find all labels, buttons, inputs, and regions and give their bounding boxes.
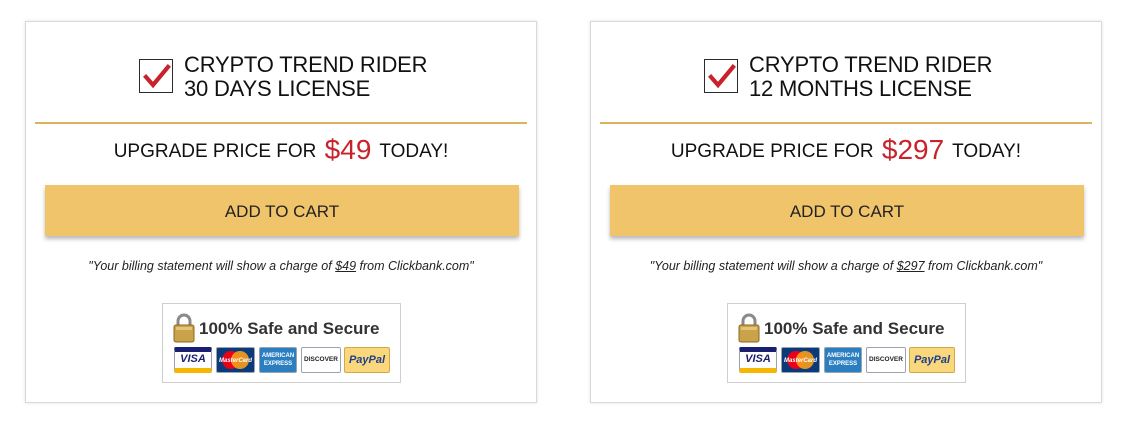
secure-label: 100% Safe and Secure [764, 319, 945, 338]
offer-title-license: 12 MONTHS LICENSE [749, 76, 972, 101]
billing-suffix: from Clickbank.com" [356, 259, 474, 273]
padlock-icon [173, 313, 195, 343]
offer-title-license: 30 DAYS LICENSE [184, 76, 371, 101]
billing-note: "Your billing statement will show a char… [26, 259, 536, 273]
offer-checkbox[interactable] [139, 59, 173, 93]
mastercard-icon: MasterCard [781, 347, 820, 373]
amex-icon: AMERICAN EXPRESS [824, 347, 862, 373]
price-prefix: UPGRADE PRICE FOR [113, 141, 317, 162]
price-suffix: TODAY! [952, 141, 1022, 162]
discover-icon: DISCOVER [866, 347, 906, 373]
price-amount: $297 [881, 134, 945, 165]
upgrade-price-line: UPGRADE PRICE FOR $297 TODAY! [591, 134, 1101, 166]
paypal-icon: PayPal [909, 347, 955, 373]
mastercard-icon: MasterCard [216, 347, 255, 373]
upsell-page: CRYPTO TREND RIDER 30 DAYS LICENSE UPGRA… [0, 0, 1125, 422]
offer-title-product: CRYPTO TREND RIDER [184, 52, 428, 77]
offer-card-12-months: CRYPTO TREND RIDER 12 MONTHS LICENSE UPG… [590, 21, 1102, 403]
billing-charge-amount: $297 [896, 259, 925, 273]
billing-prefix: "Your billing statement will show a char… [88, 259, 336, 273]
price-prefix: UPGRADE PRICE FOR [670, 141, 874, 162]
checkmark-icon [708, 64, 736, 89]
offer-title-product: CRYPTO TREND RIDER [749, 52, 993, 77]
paypal-icon: PayPal [344, 347, 390, 373]
visa-icon: VISA [739, 347, 777, 373]
billing-note: "Your billing statement will show a char… [591, 259, 1101, 273]
offer-title: CRYPTO TREND RIDER 12 MONTHS LICENSE [749, 52, 993, 101]
safe-secure-badge: 100% Safe and Secure VISA MasterCard AME… [727, 303, 966, 383]
gold-divider [35, 122, 527, 124]
discover-icon: DISCOVER [301, 347, 341, 373]
upgrade-price-line: UPGRADE PRICE FOR $49 TODAY! [26, 134, 536, 166]
amex-icon: AMERICAN EXPRESS [259, 347, 297, 373]
offer-checkbox[interactable] [704, 59, 738, 93]
visa-icon: VISA [174, 347, 212, 373]
padlock-icon [738, 313, 760, 343]
checkmark-icon [143, 64, 171, 89]
gold-divider [600, 122, 1092, 124]
offer-header: CRYPTO TREND RIDER 12 MONTHS LICENSE [591, 22, 1101, 124]
offer-title: CRYPTO TREND RIDER 30 DAYS LICENSE [184, 52, 428, 101]
mastercard-label: MasterCard [219, 358, 252, 364]
offer-header: CRYPTO TREND RIDER 30 DAYS LICENSE [26, 22, 536, 124]
safe-secure-badge: 100% Safe and Secure VISA MasterCard AME… [162, 303, 401, 383]
add-to-cart-button[interactable]: ADD TO CART [45, 185, 519, 236]
add-to-cart-button[interactable]: ADD TO CART [610, 185, 1084, 236]
secure-label: 100% Safe and Secure [199, 319, 380, 338]
billing-suffix: from Clickbank.com" [924, 259, 1043, 273]
offer-card-30-days: CRYPTO TREND RIDER 30 DAYS LICENSE UPGRA… [25, 21, 537, 403]
billing-charge-amount: $49 [335, 259, 357, 273]
price-suffix: TODAY! [379, 141, 449, 162]
billing-prefix: "Your billing statement will show a char… [649, 259, 897, 273]
mastercard-label: MasterCard [784, 358, 817, 364]
price-amount: $49 [324, 134, 372, 165]
